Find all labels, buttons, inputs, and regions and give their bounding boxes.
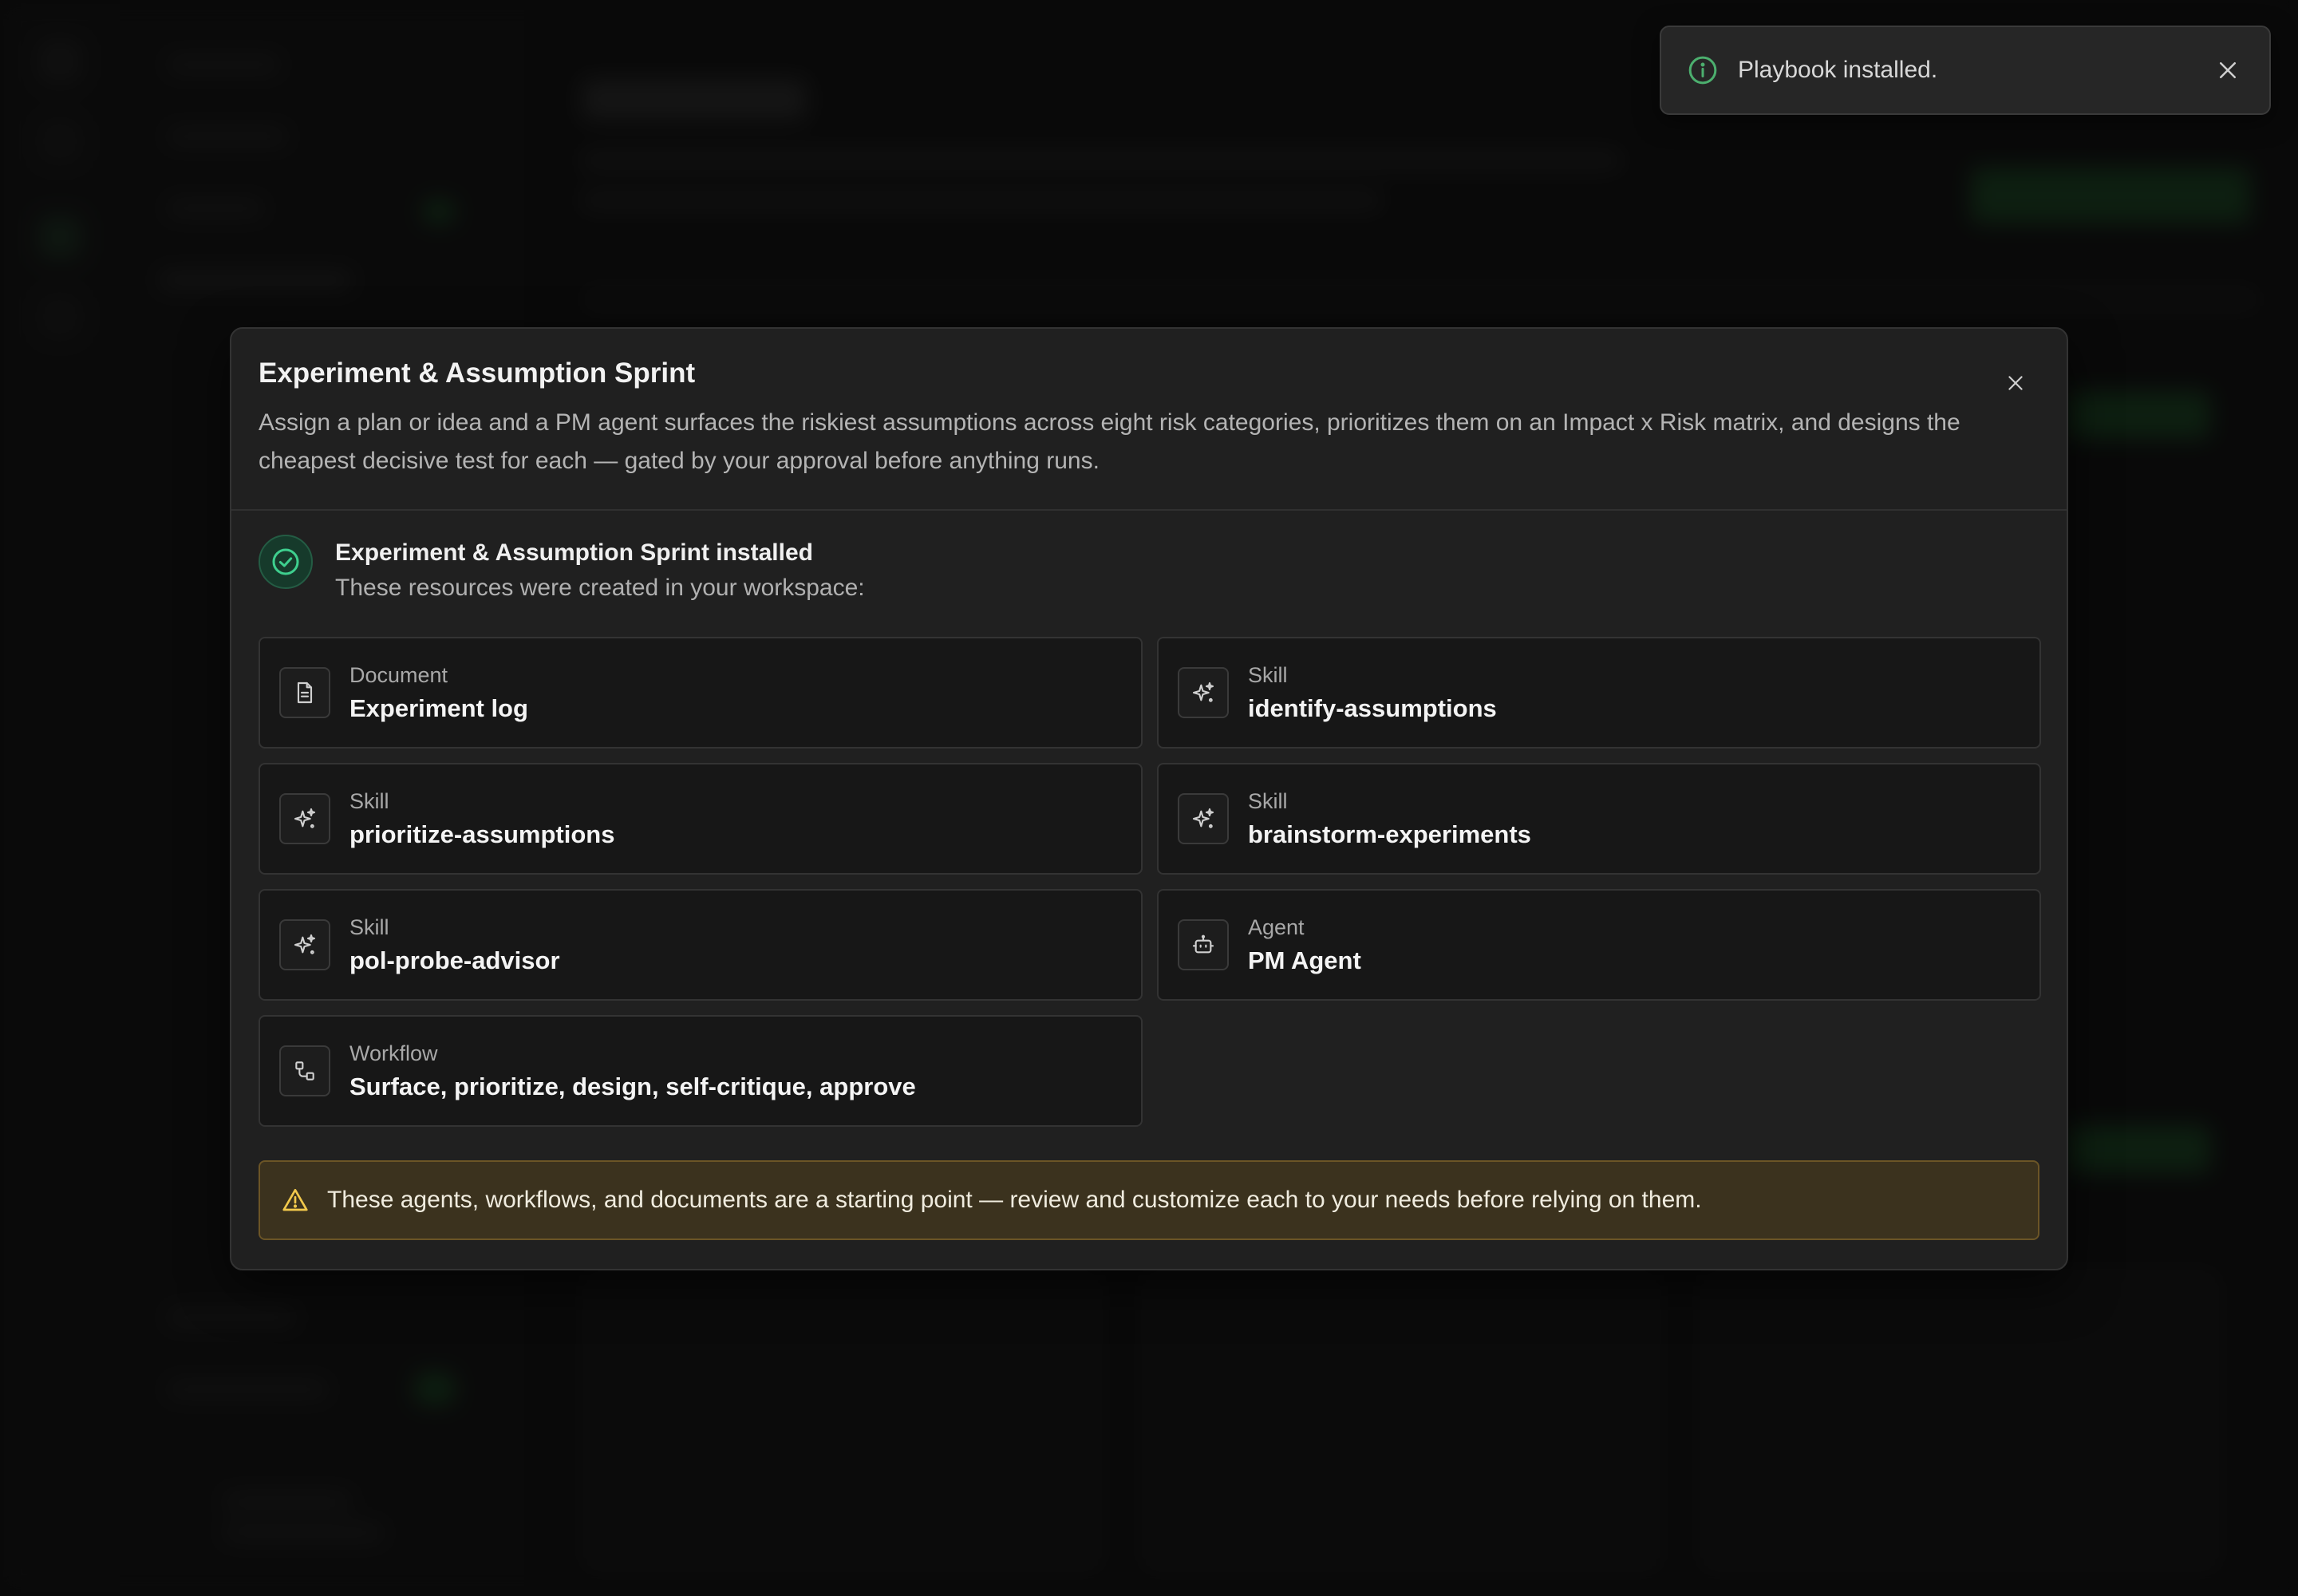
sparkle-icon [279, 919, 330, 970]
dialog-header: Experiment & Assumption Sprint Assign a … [231, 329, 2067, 511]
resource-card-experiment-log[interactable]: Document Experiment log [259, 637, 1143, 749]
toast-notification: Playbook installed. [1660, 26, 2271, 115]
resource-type: Skill [1248, 788, 1288, 813]
resource-name: Experiment log [349, 693, 528, 722]
dialog-title: Experiment & Assumption Sprint [259, 358, 696, 389]
resource-type: Skill [1248, 662, 1288, 687]
success-title: Experiment & Assumption Sprint installed [335, 539, 813, 566]
workflow-icon [279, 1045, 330, 1096]
resource-type: Agent [1248, 915, 1305, 939]
resource-name: pol-probe-advisor [349, 946, 560, 974]
resource-name: brainstorm-experiments [1248, 820, 1531, 848]
resource-type: Workflow [349, 1041, 438, 1065]
sparkle-icon [1178, 793, 1229, 844]
resource-card-workflow[interactable]: Workflow Surface, prioritize, design, se… [259, 1015, 1143, 1127]
resource-name: identify-assumptions [1248, 693, 1497, 722]
check-circle-icon [259, 535, 313, 589]
resource-type: Skill [349, 915, 389, 939]
resource-grid: Document Experiment log Skill identify-a… [259, 637, 2041, 1127]
sparkle-icon [279, 793, 330, 844]
install-success: Experiment & Assumption Sprint installed… [259, 535, 2039, 602]
resource-type: Skill [349, 788, 389, 813]
toast-close-button[interactable] [2212, 54, 2244, 86]
resource-card-brainstorm-experiments[interactable]: Skill brainstorm-experiments [1157, 763, 2041, 875]
close-icon [2008, 376, 2023, 390]
toast-message: Playbook installed. [1738, 57, 1938, 83]
resource-card-identify-assumptions[interactable]: Skill identify-assumptions [1157, 637, 2041, 749]
resource-name: Surface, prioritize, design, self-critiq… [349, 1072, 916, 1100]
dialog-description: Assign a plan or idea and a PM agent sur… [259, 409, 1960, 474]
resource-card-pol-probe-advisor[interactable]: Skill pol-probe-advisor [259, 889, 1143, 1001]
resource-type: Document [349, 662, 448, 687]
warning-text: These agents, workflows, and documents a… [327, 1187, 1702, 1213]
playbook-dialog: Experiment & Assumption Sprint Assign a … [230, 327, 2068, 1270]
document-icon [279, 667, 330, 718]
warning-banner: These agents, workflows, and documents a… [259, 1160, 2039, 1240]
info-icon [1687, 54, 1719, 86]
resource-card-prioritize-assumptions[interactable]: Skill prioritize-assumptions [259, 763, 1143, 875]
success-subtitle: These resources were created in your wor… [335, 575, 865, 601]
resource-name: PM Agent [1248, 946, 1361, 974]
sparkle-icon [1178, 667, 1229, 718]
resource-name: prioritize-assumptions [349, 820, 615, 848]
dialog-body: Experiment & Assumption Sprint installed… [231, 511, 2067, 1240]
bot-icon [1178, 919, 1229, 970]
warning-icon [281, 1186, 310, 1215]
dialog-close-button[interactable] [2000, 367, 2031, 399]
resource-card-pm-agent[interactable]: Agent PM Agent [1157, 889, 2041, 1001]
close-icon [2220, 62, 2236, 78]
